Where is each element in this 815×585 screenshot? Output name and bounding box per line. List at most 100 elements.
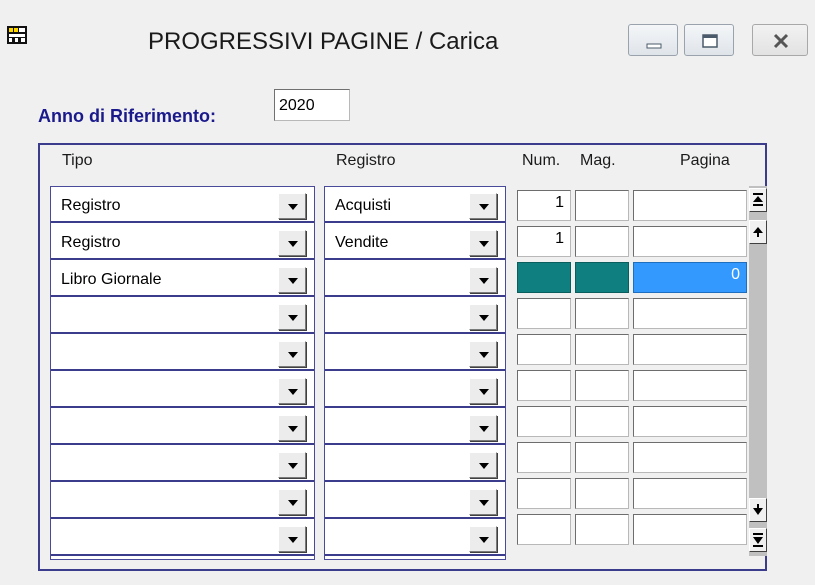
chevron-down-icon[interactable] xyxy=(469,267,497,293)
registro-column: Acquisti Vendite xyxy=(324,186,506,560)
scroll-up-button[interactable] xyxy=(749,220,767,244)
num-cell[interactable] xyxy=(517,514,571,545)
registro-combo[interactable] xyxy=(325,298,505,334)
tipo-value: Registro xyxy=(61,234,121,251)
registro-combo[interactable] xyxy=(325,446,505,482)
scroll-bottom-icon xyxy=(753,533,763,547)
registro-combo[interactable]: Vendite xyxy=(325,224,505,260)
pagina-cell[interactable] xyxy=(633,370,747,401)
tipo-combo[interactable]: Registro xyxy=(51,224,314,260)
window: PROGRESSIVI PAGINE / Carica Anno di Rife… xyxy=(0,0,815,585)
chevron-down-icon[interactable] xyxy=(469,526,497,552)
registro-combo[interactable] xyxy=(325,261,505,297)
chevron-down-icon[interactable] xyxy=(469,452,497,478)
registro-value: Vendite xyxy=(335,234,389,251)
scroll-top-button[interactable] xyxy=(749,188,767,212)
mag-cell[interactable] xyxy=(575,370,629,401)
pagina-cell[interactable] xyxy=(633,442,747,473)
chevron-down-icon[interactable] xyxy=(469,489,497,515)
tipo-value: Registro xyxy=(61,197,121,214)
chevron-down-icon[interactable] xyxy=(469,230,497,256)
pagina-cell[interactable] xyxy=(633,190,747,221)
chevron-down-icon[interactable] xyxy=(469,415,497,441)
num-cell[interactable]: 1 xyxy=(517,226,571,257)
pagina-cell[interactable] xyxy=(633,298,747,329)
minimize-button[interactable] xyxy=(628,24,678,56)
registro-combo[interactable] xyxy=(325,409,505,445)
vertical-scrollbar[interactable] xyxy=(749,186,767,556)
num-cell[interactable] xyxy=(517,478,571,509)
app-icon xyxy=(7,26,27,44)
tipo-column: Registro Registro Libro Giornale xyxy=(50,186,315,560)
chevron-down-icon[interactable] xyxy=(278,230,306,256)
close-button[interactable] xyxy=(752,24,808,56)
num-cell[interactable] xyxy=(517,334,571,365)
num-cell[interactable] xyxy=(517,370,571,401)
tipo-combo[interactable] xyxy=(51,335,314,371)
maximize-button[interactable] xyxy=(684,24,734,56)
maximize-icon xyxy=(702,34,718,48)
tipo-combo[interactable] xyxy=(51,372,314,408)
pagina-cell[interactable] xyxy=(633,334,747,365)
pagina-cell[interactable] xyxy=(633,406,747,437)
mag-cell[interactable] xyxy=(575,478,629,509)
header-pagina: Pagina xyxy=(680,152,730,169)
close-icon xyxy=(773,33,789,49)
registro-combo[interactable] xyxy=(325,483,505,519)
mag-cell[interactable] xyxy=(575,262,629,293)
num-cell[interactable]: 1 xyxy=(517,190,571,221)
header-tipo: Tipo xyxy=(62,152,93,169)
mag-cell[interactable] xyxy=(575,226,629,257)
tipo-value: Libro Giornale xyxy=(61,271,162,288)
chevron-down-icon[interactable] xyxy=(278,341,306,367)
registro-value: Acquisti xyxy=(335,197,392,214)
anno-input[interactable] xyxy=(274,89,350,121)
chevron-down-icon[interactable] xyxy=(278,304,306,330)
mag-cell[interactable] xyxy=(575,442,629,473)
pagina-cell[interactable] xyxy=(633,226,747,257)
window-title: PROGRESSIVI PAGINE / Carica xyxy=(148,28,499,55)
chevron-down-icon[interactable] xyxy=(469,341,497,367)
chevron-down-icon[interactable] xyxy=(469,193,497,219)
tipo-combo[interactable] xyxy=(51,520,314,556)
mag-cell[interactable] xyxy=(575,406,629,437)
registro-combo[interactable]: Acquisti xyxy=(325,187,505,223)
num-cell[interactable] xyxy=(517,442,571,473)
scroll-down-icon xyxy=(753,504,763,515)
title-bar[interactable]: PROGRESSIVI PAGINE / Carica xyxy=(0,0,815,80)
registro-combo[interactable] xyxy=(325,520,505,556)
mag-cell[interactable] xyxy=(575,190,629,221)
num-cell[interactable] xyxy=(517,298,571,329)
chevron-down-icon[interactable] xyxy=(278,489,306,515)
chevron-down-icon[interactable] xyxy=(469,378,497,404)
chevron-down-icon[interactable] xyxy=(469,304,497,330)
chevron-down-icon[interactable] xyxy=(278,452,306,478)
mag-cell[interactable] xyxy=(575,514,629,545)
header-mag: Mag. xyxy=(580,152,616,169)
chevron-down-icon[interactable] xyxy=(278,193,306,219)
chevron-down-icon[interactable] xyxy=(278,415,306,441)
tipo-combo[interactable] xyxy=(51,446,314,482)
pagina-cell[interactable] xyxy=(633,478,747,509)
tipo-combo[interactable] xyxy=(51,483,314,519)
tipo-combo[interactable]: Registro xyxy=(51,187,314,223)
num-cell[interactable] xyxy=(517,262,571,293)
pagina-cell[interactable]: 0 xyxy=(633,262,747,293)
registro-combo[interactable] xyxy=(325,335,505,371)
mag-cell[interactable] xyxy=(575,334,629,365)
chevron-down-icon[interactable] xyxy=(278,378,306,404)
mag-cell[interactable] xyxy=(575,298,629,329)
num-cell[interactable] xyxy=(517,406,571,437)
chevron-down-icon[interactable] xyxy=(278,267,306,293)
anno-label: Anno di Riferimento: xyxy=(38,106,216,126)
registro-combo[interactable] xyxy=(325,372,505,408)
tipo-combo[interactable] xyxy=(51,409,314,445)
pagina-cell[interactable] xyxy=(633,514,747,545)
chevron-down-icon[interactable] xyxy=(278,526,306,552)
minimize-icon xyxy=(646,43,662,49)
tipo-combo[interactable] xyxy=(51,298,314,334)
scroll-up-icon xyxy=(753,227,763,237)
scroll-bottom-button[interactable] xyxy=(749,528,767,552)
tipo-combo[interactable]: Libro Giornale xyxy=(51,261,314,297)
scroll-down-button[interactable] xyxy=(749,498,767,522)
